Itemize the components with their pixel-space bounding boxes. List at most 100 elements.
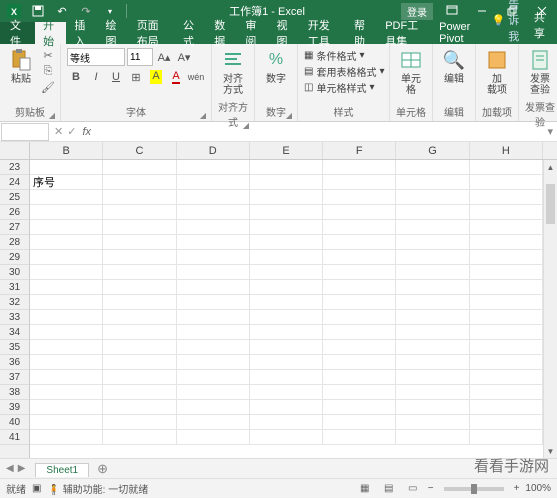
cell-C32[interactable]: [103, 295, 176, 309]
zoom-level[interactable]: 100%: [525, 483, 551, 494]
alignment-button[interactable]: 对齐方式: [216, 46, 250, 98]
cell-H23[interactable]: [470, 160, 543, 174]
cell-H24[interactable]: [470, 175, 543, 189]
tab-home[interactable]: 开始: [35, 22, 66, 44]
scroll-up-button[interactable]: ▲: [544, 160, 557, 174]
cell-F41[interactable]: [323, 430, 396, 444]
cell-C36[interactable]: [103, 355, 176, 369]
cell-F24[interactable]: [323, 175, 396, 189]
cell-H38[interactable]: [470, 385, 543, 399]
fill-color-button[interactable]: A: [147, 68, 165, 86]
vertical-scrollbar[interactable]: ▲ ▼: [543, 160, 557, 458]
grow-font-button[interactable]: A▴: [155, 48, 173, 66]
zoom-in-button[interactable]: +: [514, 483, 520, 494]
cell-H37[interactable]: [470, 370, 543, 384]
format-painter-button[interactable]: 🖌: [40, 80, 56, 94]
cell-G35[interactable]: [396, 340, 469, 354]
editing-button[interactable]: 🔍 编辑: [437, 46, 471, 87]
cell-B39[interactable]: [30, 400, 103, 414]
cell-D30[interactable]: [177, 265, 250, 279]
page-break-view-button[interactable]: ▭: [404, 482, 422, 496]
cell-E31[interactable]: [250, 280, 323, 294]
cell-B27[interactable]: [30, 220, 103, 234]
tab-view[interactable]: 视图: [269, 22, 300, 44]
cell-H28[interactable]: [470, 235, 543, 249]
cell-F34[interactable]: [323, 325, 396, 339]
cell-D29[interactable]: [177, 250, 250, 264]
tab-draw[interactable]: 绘图: [98, 22, 129, 44]
cell-C39[interactable]: [103, 400, 176, 414]
row-header-31[interactable]: 31: [0, 280, 29, 295]
tab-insert[interactable]: 插入: [66, 22, 97, 44]
tab-powerpivot[interactable]: Power Pivot: [431, 22, 487, 44]
zoom-slider[interactable]: [444, 487, 504, 491]
cell-E34[interactable]: [250, 325, 323, 339]
cell-B24[interactable]: 序号: [30, 175, 103, 189]
table-format-button[interactable]: ▤套用表格格式 ▾: [304, 64, 384, 79]
row-header-26[interactable]: 26: [0, 205, 29, 220]
cell-E28[interactable]: [250, 235, 323, 249]
tab-page-layout[interactable]: 页面布局: [129, 22, 175, 44]
cell-F32[interactable]: [323, 295, 396, 309]
dialog-launcher-icon[interactable]: ◢: [243, 121, 249, 130]
cell-F35[interactable]: [323, 340, 396, 354]
cell-B35[interactable]: [30, 340, 103, 354]
addins-button[interactable]: 加 载项: [480, 46, 514, 98]
cell-E32[interactable]: [250, 295, 323, 309]
cell-C31[interactable]: [103, 280, 176, 294]
cell-D31[interactable]: [177, 280, 250, 294]
cell-B41[interactable]: [30, 430, 103, 444]
cell-B23[interactable]: [30, 160, 103, 174]
col-header-C[interactable]: C: [103, 142, 176, 159]
cell-E27[interactable]: [250, 220, 323, 234]
cell-E30[interactable]: [250, 265, 323, 279]
cell-B38[interactable]: [30, 385, 103, 399]
cell-E41[interactable]: [250, 430, 323, 444]
enter-formula-icon[interactable]: ✓: [67, 125, 76, 138]
cell-G23[interactable]: [396, 160, 469, 174]
cell-G24[interactable]: [396, 175, 469, 189]
cell-H36[interactable]: [470, 355, 543, 369]
cell-B30[interactable]: [30, 265, 103, 279]
cell-E36[interactable]: [250, 355, 323, 369]
cell-F40[interactable]: [323, 415, 396, 429]
cell-C34[interactable]: [103, 325, 176, 339]
cell-G27[interactable]: [396, 220, 469, 234]
cell-F39[interactable]: [323, 400, 396, 414]
row-header-23[interactable]: 23: [0, 160, 29, 175]
tab-pdf[interactable]: PDF工具集: [377, 22, 431, 44]
cell-F38[interactable]: [323, 385, 396, 399]
row-header-28[interactable]: 28: [0, 235, 29, 250]
row-header-34[interactable]: 34: [0, 325, 29, 340]
cell-C24[interactable]: [103, 175, 176, 189]
dialog-launcher-icon[interactable]: ◢: [49, 111, 55, 120]
cell-H29[interactable]: [470, 250, 543, 264]
cell-H40[interactable]: [470, 415, 543, 429]
cell-D28[interactable]: [177, 235, 250, 249]
cell-D32[interactable]: [177, 295, 250, 309]
cell-style-button[interactable]: ◫单元格样式 ▾: [304, 80, 384, 95]
cell-F33[interactable]: [323, 310, 396, 324]
cell-C35[interactable]: [103, 340, 176, 354]
cell-F23[interactable]: [323, 160, 396, 174]
cell-C37[interactable]: [103, 370, 176, 384]
scroll-down-button[interactable]: ▼: [544, 444, 557, 458]
share-button[interactable]: 共享: [526, 6, 557, 44]
cell-G32[interactable]: [396, 295, 469, 309]
normal-view-button[interactable]: ▦: [356, 482, 374, 496]
col-header-H[interactable]: H: [470, 142, 543, 159]
name-box[interactable]: [1, 123, 49, 141]
cell-D38[interactable]: [177, 385, 250, 399]
font-color-button[interactable]: A: [167, 68, 185, 86]
cut-button[interactable]: ✂: [40, 48, 56, 62]
cell-E23[interactable]: [250, 160, 323, 174]
cell-C27[interactable]: [103, 220, 176, 234]
cell-F37[interactable]: [323, 370, 396, 384]
ribbon-options-button[interactable]: [437, 0, 467, 22]
cell-C38[interactable]: [103, 385, 176, 399]
scroll-thumb[interactable]: [546, 184, 555, 224]
fx-icon[interactable]: fx: [82, 126, 91, 138]
row-header-41[interactable]: 41: [0, 430, 29, 445]
cell-D33[interactable]: [177, 310, 250, 324]
add-sheet-button[interactable]: ⊕: [93, 461, 112, 477]
